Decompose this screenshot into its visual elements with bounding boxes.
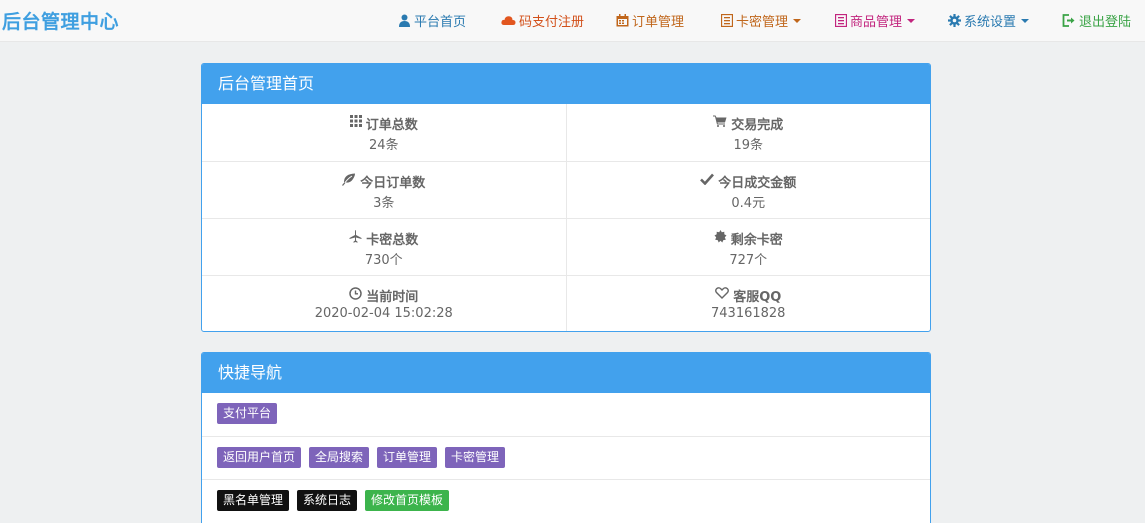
stat-value: 730个 <box>364 253 403 268</box>
stats-grid: 订单总数 24条 交易完成 19条 今日订单数 3条 今日成交金额 0.4元 卡… <box>202 104 931 331</box>
card-management-button[interactable]: 卡密管理 <box>445 447 506 468</box>
nav-pay-register-label: 码支付注册 <box>519 15 585 30</box>
list-alt-icon <box>835 14 847 27</box>
stats-row: 今日订单数 3条 今日成交金额 0.4元 <box>202 161 930 218</box>
stat-total-orders: 订单总数 24条 <box>202 104 566 161</box>
stats-row: 订单总数 24条 交易完成 19条 <box>202 104 930 161</box>
stat-value: 19条 <box>733 138 764 153</box>
check-icon <box>700 173 715 189</box>
grid-icon <box>349 115 362 131</box>
stats-row: 卡密总数 730个 剩余卡密 727个 <box>202 218 930 275</box>
quick-nav-row: 支付平台 <box>202 393 930 436</box>
leaf-icon <box>342 173 356 190</box>
dashboard-panel: 后台管理首页 订单总数 24条 交易完成 19条 今日订单数 3条 今日成交金额… <box>201 63 931 332</box>
quick-nav-panel: 快捷导航 支付平台 返回用户首页 全局搜索 订单管理 卡密管理 黑名单管理 系统… <box>201 352 931 523</box>
calendar-icon <box>616 14 629 27</box>
nav-orders-label: 订单管理 <box>632 15 685 30</box>
nav-goods-label: 商品管理 <box>850 15 903 30</box>
nav-home[interactable]: 平台首页 <box>398 11 466 30</box>
top-navbar: 后台管理中心 平台首页 码支付注册 订单管理 卡密管理 商品管理 系统设置 退出… <box>0 0 1145 42</box>
nav-logout[interactable]: 退出登陆 <box>1062 11 1131 30</box>
nav-goods-dropdown[interactable]: 商品管理 <box>835 11 916 30</box>
stat-completed-trades: 交易完成 19条 <box>565 104 931 161</box>
chevron-down-icon <box>907 18 916 23</box>
back-user-home-button[interactable]: 返回用户首页 <box>217 447 302 468</box>
stats-row: 当前时间 2020-02-04 15:02:28 客服QQ 743161828 <box>202 275 931 331</box>
heart-icon <box>715 287 730 303</box>
system-log-button[interactable]: 系统日志 <box>297 490 358 511</box>
gear-icon <box>948 14 961 27</box>
blacklist-management-button[interactable]: 黑名单管理 <box>217 490 290 511</box>
logout-icon <box>1062 14 1076 27</box>
quick-nav-row: 黑名单管理 系统日志 修改首页模板 <box>202 479 930 522</box>
user-icon <box>398 14 411 27</box>
edit-home-template-button[interactable]: 修改首页模板 <box>365 490 450 511</box>
stat-today-amount: 今日成交金额 0.4元 <box>565 162 931 218</box>
chevron-down-icon <box>793 18 802 23</box>
nav-pay-register[interactable]: 码支付注册 <box>501 11 584 30</box>
nav-settings-dropdown[interactable]: 系统设置 <box>948 11 1030 30</box>
nav-logout-label: 退出登陆 <box>1079 15 1132 30</box>
nav-cards-dropdown[interactable]: 卡密管理 <box>721 11 802 30</box>
quick-nav-row: 返回用户首页 全局搜索 订单管理 卡密管理 <box>202 436 930 479</box>
stat-value: 743161828 <box>711 306 786 321</box>
stat-value: 3条 <box>373 196 395 211</box>
nav-orders[interactable]: 订单管理 <box>616 11 684 30</box>
stat-value: 2020-02-04 15:02:28 <box>314 306 453 321</box>
nav-home-label: 平台首页 <box>414 15 467 30</box>
plane-icon <box>349 229 362 247</box>
stat-label: 订单总数 <box>365 117 418 133</box>
cloud-icon <box>501 15 516 26</box>
order-management-button[interactable]: 订单管理 <box>377 447 438 468</box>
brand-title[interactable]: 后台管理中心 <box>2 7 119 34</box>
stat-current-time: 当前时间 2020-02-04 15:02:28 <box>202 276 566 331</box>
cart-icon <box>713 115 727 131</box>
stat-remaining-cards: 剩余卡密 727个 <box>565 219 931 275</box>
nav-cards-label: 卡密管理 <box>736 15 789 30</box>
stat-label: 客服QQ <box>733 289 782 305</box>
stat-label: 今日成交金额 <box>718 175 797 191</box>
stat-value: 0.4元 <box>731 196 766 211</box>
stat-label: 当前时间 <box>366 289 419 305</box>
pay-platform-button[interactable]: 支付平台 <box>217 403 278 424</box>
stat-value: 24条 <box>368 138 399 153</box>
stat-total-cards: 卡密总数 730个 <box>202 219 566 275</box>
stat-label: 剩余卡密 <box>730 232 783 248</box>
stat-today-orders: 今日订单数 3条 <box>202 162 566 218</box>
stat-label: 今日订单数 <box>360 175 426 191</box>
chevron-down-icon <box>1021 18 1030 23</box>
list-icon <box>721 14 733 27</box>
global-search-button[interactable]: 全局搜索 <box>309 447 370 468</box>
nav-settings-label: 系统设置 <box>964 15 1017 30</box>
quick-nav-title: 快捷导航 <box>202 353 930 393</box>
dashboard-title: 后台管理首页 <box>202 64 930 104</box>
quick-nav-body: 支付平台 返回用户首页 全局搜索 订单管理 卡密管理 黑名单管理 系统日志 修改… <box>202 393 930 522</box>
clock-icon <box>349 286 362 304</box>
stat-support-qq: 客服QQ 743161828 <box>565 276 931 331</box>
stat-label: 卡密总数 <box>366 232 419 248</box>
stat-label: 交易完成 <box>731 117 784 133</box>
certificate-icon <box>714 229 727 247</box>
stat-value: 727个 <box>729 253 768 268</box>
